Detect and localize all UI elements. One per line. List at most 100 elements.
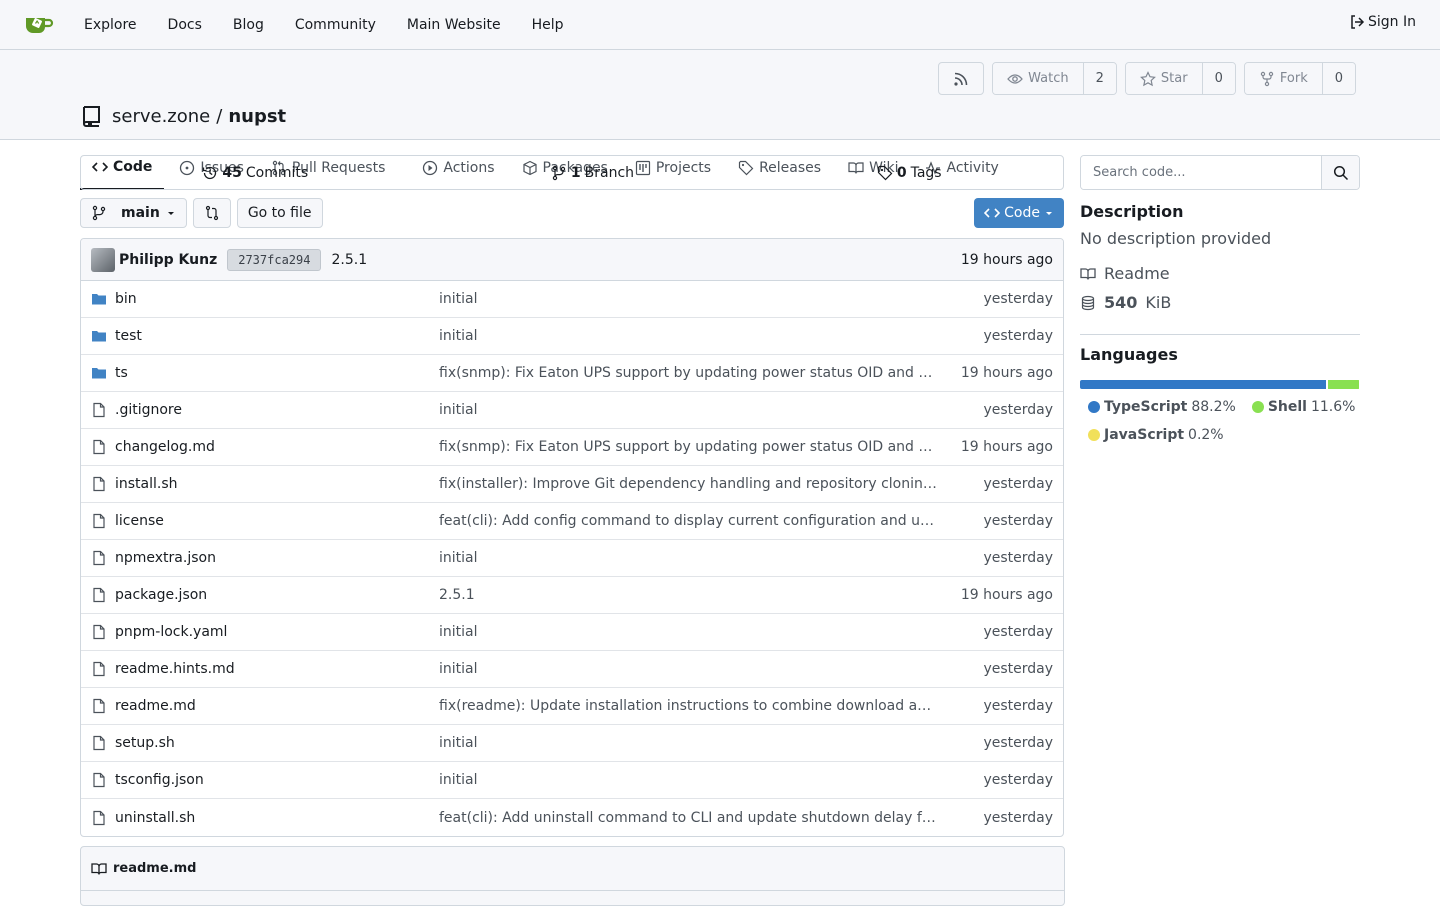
nav-help[interactable]: Help: [532, 17, 564, 33]
table-row[interactable]: pnpm-lock.yaml initial yesterday: [81, 614, 1063, 651]
tags-link[interactable]: 0 Tags: [877, 165, 942, 181]
file-name[interactable]: readme.hints.md: [115, 661, 445, 677]
table-row[interactable]: setup.sh initial yesterday: [81, 725, 1063, 762]
sidebar-divider: [1080, 334, 1360, 335]
compare-button[interactable]: [192, 198, 231, 228]
file-name[interactable]: changelog.md: [115, 439, 445, 455]
file-commit-message[interactable]: feat(cli): Add uninstall command to CLI …: [439, 810, 939, 826]
file-commit-message[interactable]: feat(cli): Add config command to display…: [439, 513, 939, 529]
file-commit-message[interactable]: initial: [439, 735, 939, 751]
file-commit-message[interactable]: initial: [439, 661, 939, 677]
commit-message[interactable]: 2.5.1: [331, 252, 367, 268]
table-row[interactable]: package.json 2.5.1 19 hours ago: [81, 577, 1063, 614]
table-row[interactable]: readme.hints.md initial yesterday: [81, 651, 1063, 688]
table-row[interactable]: test initial yesterday: [81, 318, 1063, 355]
repo-name-link[interactable]: nupst: [228, 106, 286, 127]
language-color-dot: [1088, 401, 1100, 413]
description-text: No description provided: [1080, 229, 1272, 248]
repo-owner-link[interactable]: serve.zone: [112, 106, 210, 127]
commit-time: 19 hours ago: [960, 251, 1053, 268]
file-commit-message[interactable]: initial: [439, 291, 939, 307]
fork-button[interactable]: Fork: [1244, 63, 1322, 94]
repo-sidebar: Description No description provided Read…: [1080, 155, 1360, 443]
watch-count[interactable]: 2: [1082, 63, 1116, 94]
table-row[interactable]: readme.md fix(readme): Update installatio…: [81, 688, 1063, 725]
rss-feed-button[interactable]: [938, 62, 985, 95]
file-commit-time: yesterday: [983, 550, 1053, 566]
file-name[interactable]: bin: [115, 291, 445, 307]
latest-commit-row: Philipp Kunz 2737fca294 2.5.1 19 hours a…: [81, 239, 1063, 281]
readme-title[interactable]: readme.md: [113, 861, 196, 876]
file-name[interactable]: uninstall.sh: [115, 810, 445, 826]
table-row[interactable]: .gitignore initial yesterday: [81, 392, 1063, 429]
table-row[interactable]: install.sh fix(installer): Improve Git de…: [81, 466, 1063, 503]
language-item[interactable]: TypeScript 88.2%: [1088, 399, 1236, 415]
language-bar: [1080, 380, 1360, 389]
nav-main-website[interactable]: Main Website: [407, 17, 501, 33]
file-name[interactable]: readme.md: [115, 698, 445, 714]
branch-icon: [91, 205, 107, 221]
table-row[interactable]: bin initial yesterday: [81, 281, 1063, 318]
file-name[interactable]: package.json: [115, 587, 445, 603]
language-item[interactable]: JavaScript 0.2%: [1088, 427, 1224, 443]
search-input[interactable]: [1081, 156, 1321, 189]
fork-count[interactable]: 0: [1321, 63, 1355, 94]
table-row[interactable]: ts fix(snmp): Fix Eaton UPS support by up…: [81, 355, 1063, 392]
file-commit-message[interactable]: 2.5.1: [439, 587, 939, 603]
avatar[interactable]: [91, 247, 115, 272]
sign-in-label: Sign In: [1368, 14, 1416, 30]
branches-label: Branch: [584, 164, 635, 181]
table-row[interactable]: changelog.md fix(snmp): Fix Eaton UPS sup…: [81, 429, 1063, 466]
file-commit-message[interactable]: initial: [439, 624, 939, 640]
file-commit-message[interactable]: initial: [439, 772, 939, 788]
table-row[interactable]: uninstall.sh feat(cli): Add uninstall com…: [81, 799, 1063, 836]
file-commit-message[interactable]: fix(installer): Improve Git dependency h…: [439, 476, 939, 492]
language-color-dot: [1088, 429, 1100, 441]
watch-button[interactable]: Watch: [993, 63, 1083, 94]
repo-size-unit: KiB: [1145, 293, 1172, 312]
code-icon: [984, 205, 1001, 221]
commit-author[interactable]: Philipp Kunz: [119, 252, 217, 268]
table-row[interactable]: npmextra.json initial yesterday: [81, 540, 1063, 577]
commit-sha[interactable]: 2737fca294: [227, 248, 322, 271]
nav-docs[interactable]: Docs: [168, 17, 202, 33]
branches-link[interactable]: 1 Branch: [551, 165, 634, 181]
file-name[interactable]: ts: [115, 365, 445, 381]
file-name[interactable]: install.sh: [115, 476, 445, 492]
go-to-file-button[interactable]: Go to file: [236, 198, 323, 228]
search-button[interactable]: [1321, 156, 1359, 189]
file-name[interactable]: test: [115, 328, 445, 344]
nav-explore[interactable]: Explore: [84, 17, 137, 33]
branch-selector[interactable]: main: [80, 198, 187, 228]
sign-in-link[interactable]: Sign In: [1349, 14, 1416, 30]
file-name[interactable]: tsconfig.json: [115, 772, 445, 788]
file-commit-message[interactable]: fix(snmp): Fix Eaton UPS support by upda…: [439, 439, 939, 455]
file-icon: [91, 735, 109, 751]
language-percent: 11.6%: [1310, 399, 1356, 415]
code-clone-button[interactable]: Code: [974, 198, 1064, 228]
language-item[interactable]: Shell 11.6%: [1251, 399, 1356, 415]
file-name[interactable]: .gitignore: [115, 402, 445, 418]
file-name[interactable]: license: [115, 513, 445, 529]
nav-community[interactable]: Community: [295, 17, 376, 33]
tag-icon: [877, 165, 893, 181]
readme-header: readme.md: [81, 847, 1064, 891]
readme-panel: readme.md: [80, 846, 1065, 906]
file-name[interactable]: pnpm-lock.yaml: [115, 624, 445, 640]
gitea-logo-icon[interactable]: [24, 9, 56, 41]
star-button[interactable]: Star: [1125, 63, 1202, 94]
file-commit-message[interactable]: initial: [439, 550, 939, 566]
file-name[interactable]: npmextra.json: [115, 550, 445, 566]
repo-icon: [80, 104, 104, 128]
readme-link[interactable]: Readme: [1080, 264, 1360, 283]
star-count[interactable]: 0: [1201, 63, 1235, 94]
file-name[interactable]: setup.sh: [115, 735, 445, 751]
table-row[interactable]: tsconfig.json initial yesterday: [81, 762, 1063, 799]
commits-link[interactable]: 45 Commits: [202, 165, 308, 181]
file-commit-message[interactable]: initial: [439, 328, 939, 344]
file-commit-message[interactable]: fix(snmp): Fix Eaton UPS support by upda…: [439, 365, 939, 381]
nav-blog[interactable]: Blog: [233, 17, 264, 33]
file-commit-message[interactable]: initial: [439, 402, 939, 418]
table-row[interactable]: license feat(cli): Add config command to …: [81, 503, 1063, 540]
file-commit-message[interactable]: fix(readme): Update installation instruc…: [439, 698, 939, 714]
